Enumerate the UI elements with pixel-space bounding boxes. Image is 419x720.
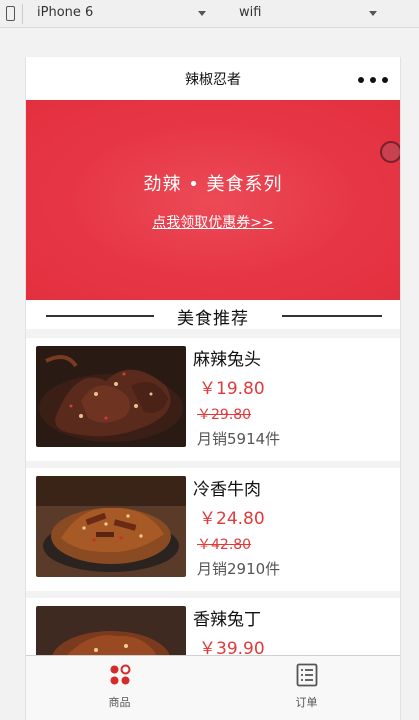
chevron-down-icon	[198, 11, 206, 16]
device-select-value: iPhone 6	[37, 5, 94, 20]
toolbar-divider	[22, 4, 23, 24]
product-sales: 月销2910件	[197, 560, 281, 578]
product-item[interactable]: 麻辣兔头 ￥19.80 ￥29.80 月销5914件	[26, 338, 400, 461]
page-title: 辣椒忍者	[185, 72, 241, 88]
tab-products[interactable]: 商品	[26, 656, 213, 720]
product-original-price: ￥29.80	[197, 407, 252, 423]
network-select[interactable]: wifi	[239, 5, 389, 23]
section-divider-right	[282, 315, 382, 317]
simulator-toolbar: iPhone 6 wifi	[0, 0, 419, 28]
chevron-down-icon	[369, 11, 377, 16]
product-price: ￥19.80	[199, 379, 265, 399]
product-image	[36, 346, 186, 447]
spicy-beef-photo	[36, 476, 186, 577]
tab-bar: 商品 订单	[26, 655, 400, 720]
product-name: 麻辣兔头	[193, 350, 261, 370]
phone-screen: 辣椒忍者 劲辣 • 美食系列 点我领取优惠券>> 美食推荐 麻辣兔头 ￥19.8…	[25, 57, 401, 720]
product-name: 香辣兔丁	[193, 610, 261, 630]
dot-icon	[358, 77, 364, 83]
dot-icon	[370, 77, 376, 83]
dot-icon	[382, 77, 388, 83]
floating-button[interactable]	[380, 141, 400, 163]
tab-label: 订单	[295, 696, 318, 709]
phone-icon[interactable]	[6, 6, 15, 21]
tab-label: 商品	[108, 696, 131, 709]
device-select[interactable]: iPhone 6	[37, 5, 212, 23]
network-select-value: wifi	[239, 5, 262, 20]
product-sales: 月销5914件	[197, 430, 281, 448]
section-title: 美食推荐	[177, 309, 249, 329]
section-header: 美食推荐	[26, 300, 400, 333]
grid-dots-icon	[110, 664, 130, 685]
tab-orders[interactable]: 订单	[213, 656, 400, 720]
promo-banner: 劲辣 • 美食系列 点我领取优惠券>>	[26, 100, 400, 300]
product-name: 冷香牛肉	[193, 480, 261, 500]
product-image	[36, 476, 186, 577]
navigation-bar: 辣椒忍者	[26, 57, 400, 100]
order-list-icon	[296, 663, 317, 687]
more-menu-button[interactable]	[358, 76, 388, 84]
product-original-price: ￥42.80	[197, 537, 252, 553]
banner-title: 劲辣 • 美食系列	[143, 174, 283, 195]
coupon-link[interactable]: 点我领取优惠券>>	[26, 212, 400, 232]
product-item[interactable]: 冷香牛肉 ￥24.80 ￥42.80 月销2910件	[26, 468, 400, 591]
braised-rabbit-head-photo	[36, 346, 186, 447]
product-price: ￥24.80	[199, 509, 265, 529]
